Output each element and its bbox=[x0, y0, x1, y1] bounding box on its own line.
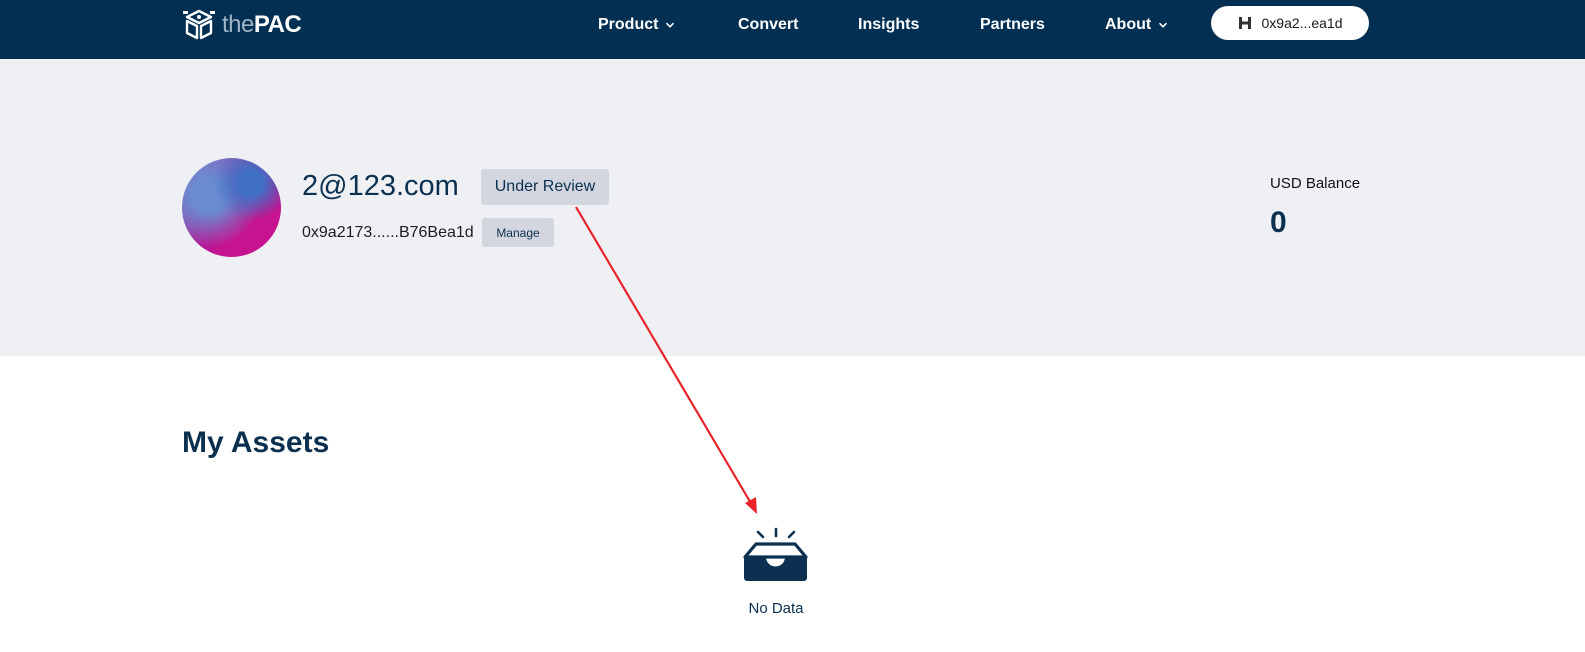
wallet-address: 0x9a2...ea1d bbox=[1261, 15, 1343, 31]
nav-item-insights[interactable]: Insights bbox=[858, 0, 919, 50]
nav-item-insights-label: Insights bbox=[858, 16, 920, 33]
status-badge: Under Review bbox=[481, 169, 609, 205]
brand-prefix: the bbox=[222, 11, 254, 38]
nav-item-about[interactable]: About bbox=[1105, 0, 1168, 50]
nav-item-product-label: Product bbox=[598, 16, 659, 33]
my-assets-heading: My Assets bbox=[182, 426, 330, 459]
manage-button[interactable]: Manage bbox=[482, 218, 554, 247]
empty-inbox-icon bbox=[743, 527, 808, 581]
nav-item-partners[interactable]: Partners bbox=[980, 0, 1045, 50]
wallet-connect-button[interactable]: 0x9a2...ea1d bbox=[1211, 6, 1369, 40]
usd-balance-value: 0 bbox=[1270, 206, 1287, 239]
brand-logo[interactable]: thePAC bbox=[182, 8, 302, 42]
chevron-down-icon bbox=[666, 22, 675, 28]
chevron-down-icon bbox=[1159, 22, 1168, 28]
nav-item-convert-label: Convert bbox=[738, 16, 799, 33]
brand-wordmark: PAC bbox=[253, 11, 302, 38]
user-email: 2@123.com bbox=[302, 170, 459, 202]
empty-state-text: No Data bbox=[748, 600, 804, 617]
wallet-logo-icon bbox=[1238, 17, 1251, 29]
brand-name: thePAC bbox=[222, 11, 302, 39]
user-wallet-address: 0x9a2173......B76Bea1d bbox=[302, 224, 474, 241]
cube-logo-icon bbox=[183, 9, 215, 40]
nav-item-convert[interactable]: Convert bbox=[738, 0, 798, 50]
nav-item-partners-label: Partners bbox=[980, 16, 1045, 33]
avatar bbox=[182, 158, 281, 257]
nav-item-product[interactable]: Product bbox=[598, 0, 675, 50]
nav-item-about-label: About bbox=[1105, 16, 1152, 33]
usd-balance-label: USD Balance bbox=[1270, 175, 1361, 192]
top-navigation-bar: thePAC Product Convert Insights Partners… bbox=[0, 0, 1585, 59]
